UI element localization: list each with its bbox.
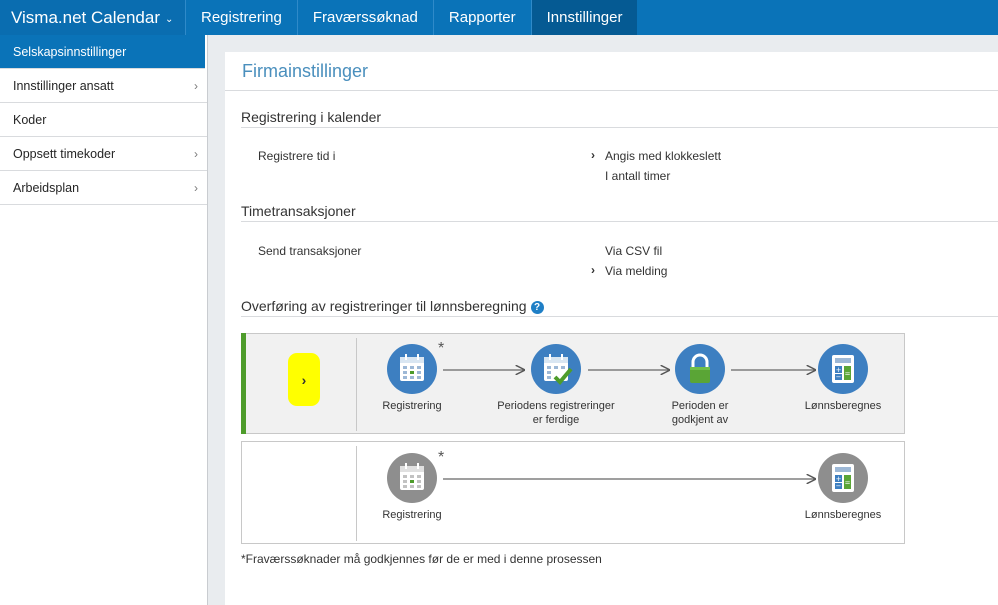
sidebar-item-label: Selskapsinnstillinger [13,44,127,59]
sidebar-item-label: Innstillinger ansatt [13,78,114,93]
section-heading-text: Overføring av registreringer til lønnsbe… [241,298,527,314]
svg-text:−: − [836,373,842,381]
lock-icon [675,344,725,394]
process-step-lonnsberegnes: + − = Lønnsberegnes [800,344,886,413]
calculator-icon: + − = [818,344,868,394]
section-divider [241,127,998,128]
tab-innstillinger[interactable]: Innstillinger [530,0,638,35]
sidebar-item-selskapsinnstillinger[interactable]: Selskapsinnstillinger [0,35,205,69]
selected-chevron-icon: › [591,148,595,162]
sidebar-item-innstillinger-ansatt[interactable]: Innstillinger ansatt › [0,69,207,103]
sidebar-item-label: Koder [13,112,47,127]
section-heading-registrering: Registrering i kalender [241,109,382,125]
sidebar: Selskapsinnstillinger Innstillinger ansa… [0,35,208,605]
section-divider [241,316,998,317]
sidebar-item-koder[interactable]: Koder [0,103,207,137]
process-option-2[interactable]: Registrering * + − = Lønnsberegnes [241,441,905,544]
tab-rapporter[interactable]: Rapporter [432,0,531,35]
svg-text:−: − [836,482,842,490]
step-label: Perioden er godkjent av [671,400,729,426]
asterisk-mark: * [438,340,445,357]
option-via-csv-fil[interactable]: Via CSV fil [605,244,662,258]
section-heading-timetransaksjoner: Timetransaksjoner [241,203,356,219]
process-step-perioden-godkjent: Perioden er godkjent av [664,344,736,427]
process-option-1[interactable]: › Registrering * Periodens registreringe… [241,333,905,434]
step-label: Periodens registreringer er ferdige [497,400,615,426]
process-step-lonnsberegnes: + − = Lønnsberegnes [800,453,886,522]
option-via-melding[interactable]: Via melding [605,264,667,278]
section-heading-overforing: Overføring av registreringer til lønnsbe… [241,298,544,314]
step-label: Registrering [382,509,442,521]
selected-chevron-icon: › [591,263,595,277]
field-label-registrere-tid: Registrere tid i [258,149,336,163]
calculator-icon: + − = [818,453,868,503]
option-angis-med-klokkeslett[interactable]: Angis med klokkeslett [605,149,721,163]
sidebar-item-arbeidsplan[interactable]: Arbeidsplan › [0,171,207,205]
chevron-right-icon: › [194,79,198,93]
svg-text:=: = [845,370,851,378]
asterisk-mark: * [438,449,445,466]
step-label: Lønnsberegnes [804,400,882,412]
chevron-right-icon: › [194,147,198,161]
tab-fravaerssoknad[interactable]: Fraværssøknad [296,0,433,35]
chevron-down-icon: ⌄ [165,13,174,25]
footnote: *Fraværssøknader må godkjennes før de er… [241,552,602,566]
step-label: Registrering [382,400,442,412]
sidebar-item-label: Oppsett timekoder [13,146,116,161]
chevron-right-icon: › [194,181,198,195]
calendar-check-icon [531,344,581,394]
app-brand-menu[interactable]: Visma.net Calendar ⌄ [0,0,185,35]
top-nav-bar: Visma.net Calendar ⌄ Registrering Fravær… [0,0,998,35]
section-divider [241,221,998,222]
option-i-antall-timer[interactable]: I antall timer [605,169,670,183]
calendar-icon [387,344,437,394]
title-divider [225,90,998,91]
page-title: Firmainstillinger [242,61,369,81]
field-label-send-transaksjoner: Send transaksjoner [258,244,362,258]
main-panel: Firmainstillinger Registrering i kalende… [225,52,998,605]
sidebar-item-label: Arbeidsplan [13,180,80,195]
process-step-periodens-registreringer: Periodens registreringer er ferdige [494,344,618,427]
calendar-icon [387,453,437,503]
sidebar-item-oppsett-timekoder[interactable]: Oppsett timekoder › [0,137,207,171]
app-brand-label: Visma.net Calendar [11,7,160,27]
help-icon[interactable]: ? [530,301,544,314]
tab-registrering[interactable]: Registrering [185,0,297,35]
svg-text:=: = [845,479,851,487]
step-label: Lønnsberegnes [804,509,882,521]
